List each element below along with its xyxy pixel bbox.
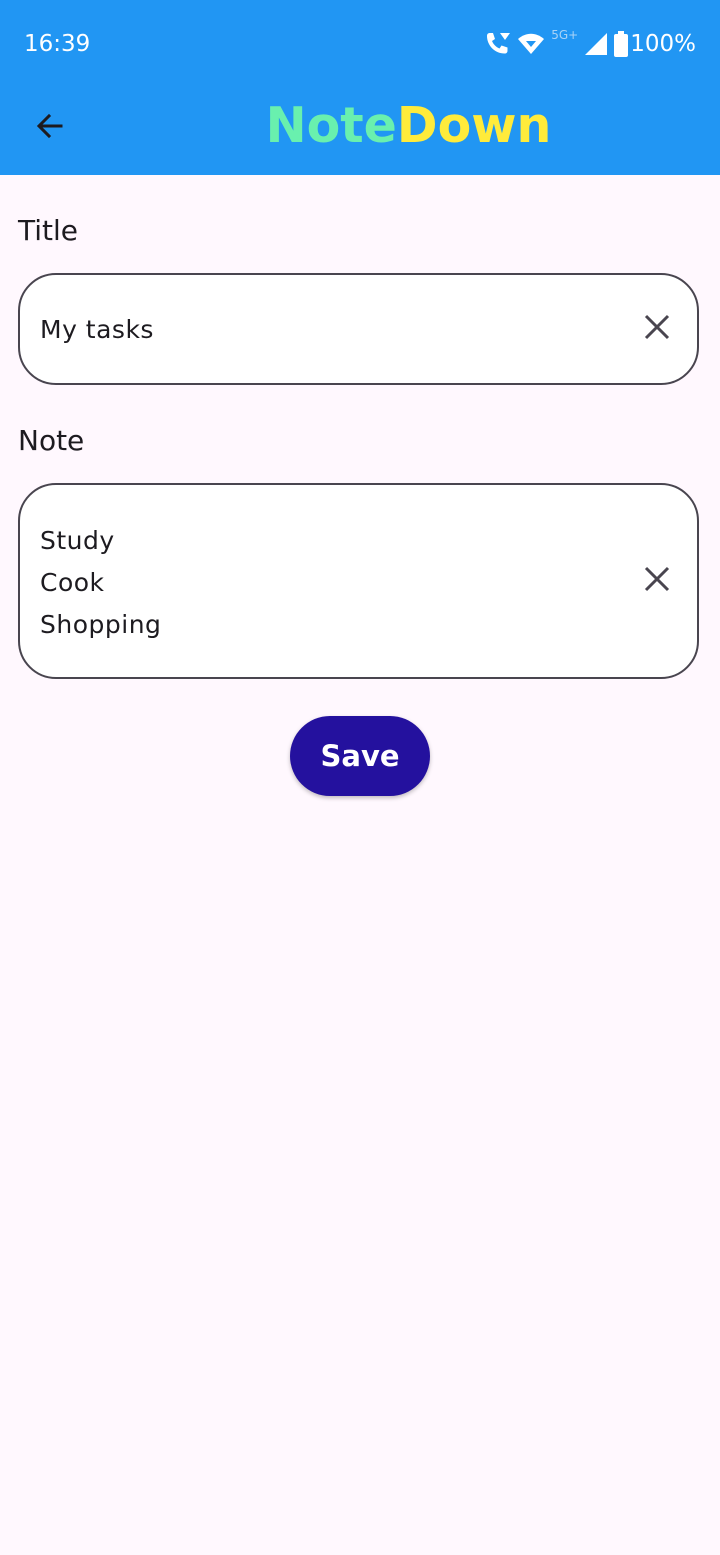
network-type-label: 5G+: [551, 28, 579, 42]
title-label: Title: [18, 214, 79, 247]
close-icon: [643, 313, 671, 345]
app-bar: NoteDown: [0, 88, 720, 175]
note-field[interactable]: Study Cook Shopping: [18, 483, 699, 679]
wifi-calling-icon: [483, 30, 513, 58]
note-input-value[interactable]: Study Cook Shopping: [40, 520, 161, 646]
save-button[interactable]: Save: [290, 716, 430, 796]
cellular-signal-icon: [584, 32, 608, 56]
note-line: Shopping: [40, 610, 162, 639]
clear-title-button[interactable]: [631, 303, 683, 355]
note-label: Note: [18, 424, 85, 457]
status-bar: 16:39 5G+ 100%: [0, 0, 720, 88]
wifi-icon: [517, 31, 545, 57]
battery-percent: 100%: [630, 31, 696, 57]
close-icon: [643, 565, 671, 597]
note-line: Cook: [40, 568, 105, 597]
note-line: Study: [40, 526, 115, 555]
status-time: 16:39: [24, 31, 91, 57]
battery-icon: [614, 31, 629, 57]
title-input-value[interactable]: My tasks: [40, 311, 154, 349]
title-field[interactable]: My tasks: [18, 273, 699, 385]
clear-note-button[interactable]: [631, 555, 683, 607]
status-icons: 5G+ 100%: [483, 28, 696, 60]
app-title-down: Down: [396, 97, 552, 154]
app-title: NoteDown: [0, 96, 720, 156]
app-title-note: Note: [265, 97, 397, 154]
